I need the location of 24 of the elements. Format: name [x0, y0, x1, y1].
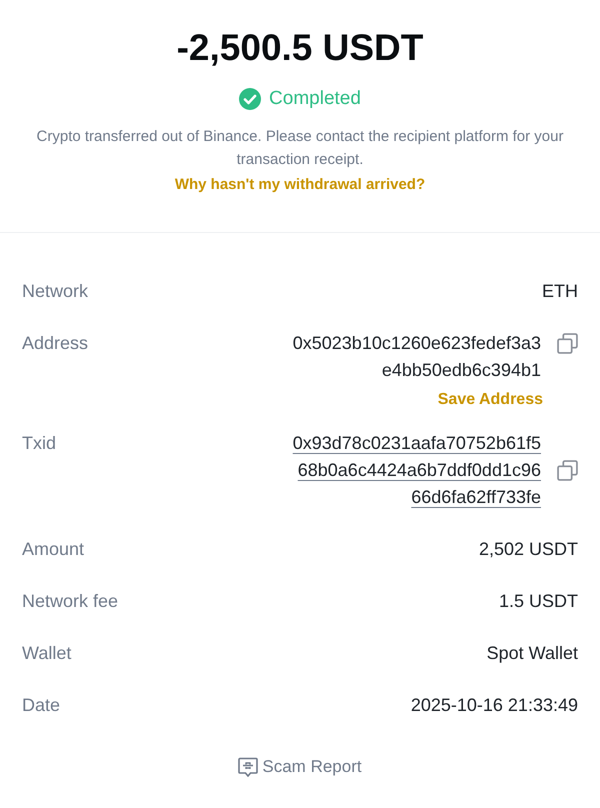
detail-value: 2025-10-16 21:33:49 — [410, 694, 578, 717]
detail-value: Spot Wallet — [486, 642, 578, 665]
copy-icon — [557, 333, 578, 354]
detail-label: Address — [22, 332, 88, 355]
detail-label: Date — [22, 694, 60, 717]
save-address-link[interactable]: Save Address — [438, 390, 543, 410]
copy-icon — [557, 460, 578, 481]
description-text: Crypto transferred out of Binance. Please contact the recipient platform for your transaction receipt. — [36, 127, 564, 170]
help-link[interactable]: Why hasn't my withdrawal arrived? — [174, 176, 426, 193]
detail-label: Wallet — [22, 642, 72, 665]
check-circle-icon — [239, 88, 262, 110]
report-icon — [238, 757, 258, 777]
detail-label: Amount — [22, 538, 84, 561]
status-label: Completed — [269, 86, 361, 111]
detail-value: ETH — [542, 280, 578, 303]
detail-label: Network — [22, 280, 88, 303]
scam-report-link[interactable]: Scam Report — [238, 755, 362, 779]
detail-value: 0x5023b10c1260e623fedef3a3 e4bb50edb6c394b1 — [292, 332, 541, 382]
detail-label: Txid — [22, 432, 56, 455]
detail-label: Network fee — [22, 590, 118, 613]
detail-value: 1.5 USDT — [498, 590, 578, 613]
detail-value: 2,502 USDT — [478, 538, 578, 561]
transaction-id-link[interactable]: 0x93d78c0231aafa70752b61f5 68b0a6c4424a6b7ddf0dd1c96 66d6fa62ff733fe — [292, 430, 541, 511]
amount-heading: -2,500.5 USDT — [176, 26, 424, 70]
